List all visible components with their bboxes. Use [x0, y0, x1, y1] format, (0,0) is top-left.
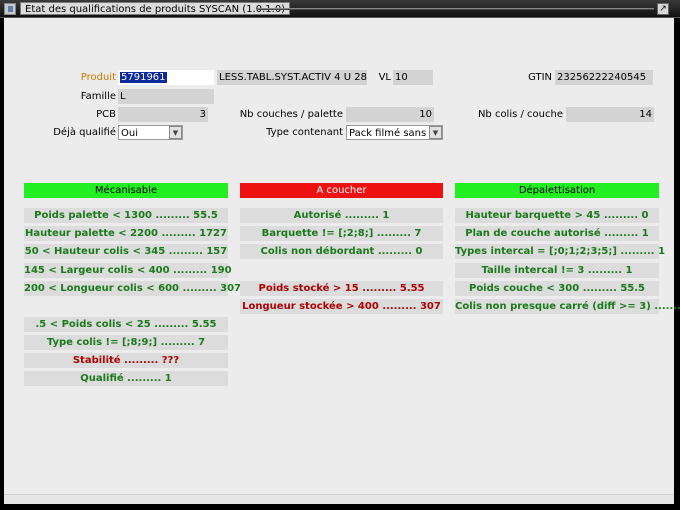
nb-colis-field[interactable]: 14 — [566, 107, 654, 122]
criterion-poids-palette: Poids palette < 1300 ......... 55.5 — [24, 208, 228, 223]
description-field: LESS.TABL.SYST.ACTIV 4 U 28L. — [217, 70, 367, 85]
pcb-field[interactable]: 3 — [118, 107, 208, 122]
maximize-icon[interactable]: ↗ — [657, 3, 669, 15]
criterion-plan-de-couche: Plan de couche autorisé ......... 1 — [455, 226, 659, 241]
criterion-qualifie: Qualifié ......... 1 — [24, 371, 228, 386]
pcb-label: PCB — [96, 109, 116, 120]
deja-qualifie-value: Oui — [121, 128, 138, 139]
criterion-type-colis: Type colis != [;8;9;] ......... 7 — [24, 335, 228, 350]
criterion-hauteur-colis: 50 < Hauteur colis < 345 ......... 157 — [24, 244, 228, 259]
chevron-down-icon[interactable]: ▼ — [429, 126, 442, 139]
vl-label: VL — [378, 72, 391, 83]
status-bar — [4, 494, 674, 504]
produit-field[interactable]: 5791961 — [118, 70, 214, 85]
nb-couches-label: Nb couches / palette — [239, 109, 343, 120]
produit-value: 5791961 — [120, 72, 167, 83]
criterion-types-intercal: Types intercal = [;0;1;2;3;5;] .........… — [455, 244, 666, 259]
a-coucher-header: A coucher — [240, 183, 443, 198]
title-bar-grip — [258, 8, 654, 10]
mecanisable-header: Mécanisable — [24, 183, 228, 198]
famille-field[interactable]: L — [118, 89, 214, 104]
criterion-largeur-colis: 145 < Largeur colis < 400 ......... 190 — [24, 263, 232, 278]
criterion-hauteur-barquette: Hauteur barquette > 45 ......... 0 — [455, 208, 659, 223]
type-contenant-value: Pack filmé sans b — [349, 128, 436, 139]
produit-label: Produit — [80, 72, 116, 83]
gtin-field[interactable]: 23256222240545 — [555, 70, 653, 85]
window-title: Etat des qualifications de produits SYSC… — [20, 2, 291, 15]
chevron-down-icon[interactable]: ▼ — [169, 126, 182, 139]
nb-colis-label: Nb colis / couche — [477, 109, 563, 120]
criterion-hauteur-palette: Hauteur palette < 2200 ......... 1727 — [24, 226, 228, 241]
nb-couches-field[interactable]: 10 — [346, 107, 434, 122]
famille-label: Famille — [80, 91, 116, 102]
vl-field[interactable]: 10 — [393, 70, 433, 85]
app-icon[interactable] — [4, 3, 16, 15]
criterion-autorise: Autorisé ......... 1 — [240, 208, 443, 223]
gtin-label: GTIN — [528, 72, 552, 83]
criterion-poids-stocke: Poids stocké > 15 ......... 5.55 — [240, 281, 443, 296]
criterion-barquette: Barquette != [;2;8;] ......... 7 — [240, 226, 443, 241]
deja-qualifie-label: Déjà qualifié — [53, 127, 116, 138]
criterion-colis-non-carre: Colis non presque carré (diff >= 3) ....… — [455, 299, 680, 314]
criterion-taille-intercal: Taille intercal != 3 ......... 1 — [455, 263, 659, 278]
criterion-poids-couche: Poids couche < 300 ......... 55.5 — [455, 281, 659, 296]
criterion-stabilite: Stabilité ......... ??? — [24, 353, 228, 368]
criterion-longueur-stockee: Longueur stockée > 400 ......... 307 — [240, 299, 443, 314]
depalettisation-header: Dépalettisation — [455, 183, 659, 198]
criterion-colis-non-debordant: Colis non débordant ......... 0 — [240, 244, 443, 259]
type-contenant-label: Type contenant — [266, 127, 343, 138]
criterion-longueur-colis: 200 < Longueur colis < 600 ......... 307 — [24, 281, 242, 296]
criterion-poids-colis: .5 < Poids colis < 25 ......... 5.55 — [24, 317, 228, 332]
